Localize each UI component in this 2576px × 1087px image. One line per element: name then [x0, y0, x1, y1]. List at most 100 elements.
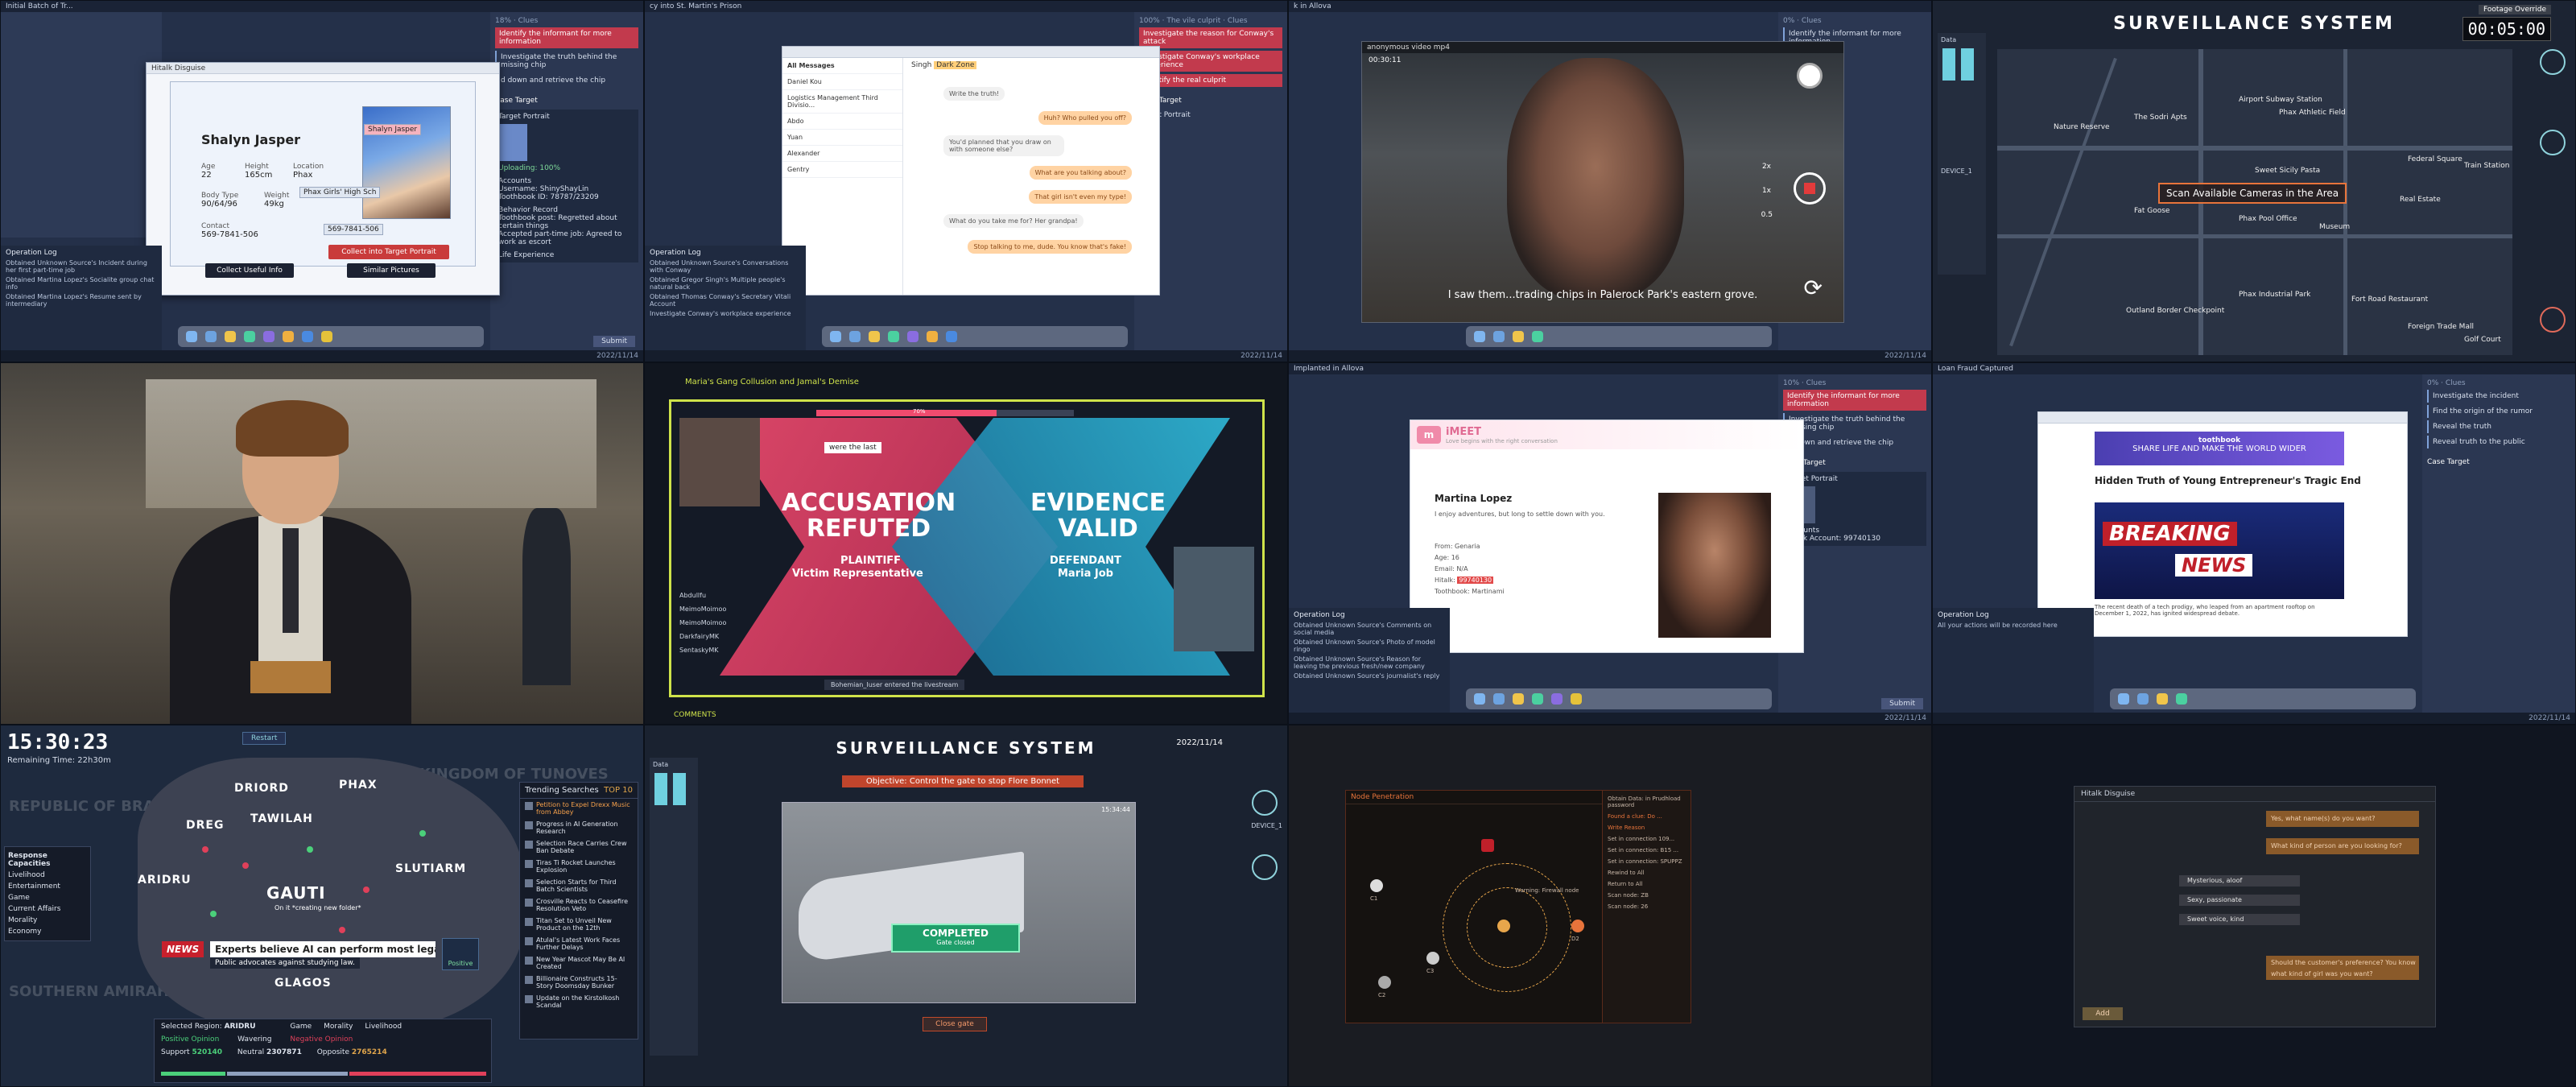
- message-bubble[interactable]: Huh? Who pulled you off?: [1038, 111, 1132, 125]
- persona-option[interactable]: Sweet voice, kind: [2179, 914, 2300, 925]
- browser-icon[interactable]: [2118, 693, 2129, 705]
- region-label[interactable]: DREG: [186, 819, 224, 832]
- node-c1[interactable]: [1370, 879, 1383, 892]
- capacity-economy[interactable]: Economy: [8, 926, 87, 937]
- collect-info-button[interactable]: Collect Useful Info: [205, 263, 294, 278]
- task-conway-workplace[interactable]: Investigate Conway's workplace experienc…: [1139, 51, 1282, 72]
- map-icon[interactable]: [2176, 693, 2187, 705]
- match-hitalk[interactable]: Hitalk: 99740130: [1435, 577, 1494, 584]
- toothbook-icon[interactable]: [302, 331, 313, 342]
- task-identify-informant[interactable]: Identify the informant for more informat…: [1783, 390, 1926, 411]
- case-target-button[interactable]: Case Target: [495, 97, 638, 105]
- task-retrieve-chip[interactable]: d down and retrieve the chip: [495, 74, 638, 87]
- contact-item[interactable]: Logistics Management Third Divisio...: [782, 90, 902, 114]
- chat-icon[interactable]: [1551, 693, 1563, 705]
- submit-button[interactable]: Submit: [593, 336, 635, 347]
- device-label[interactable]: DEVICE_1: [1941, 167, 1983, 175]
- map-icon[interactable]: [244, 331, 255, 342]
- browser-icon[interactable]: [1474, 331, 1485, 342]
- folder-icon[interactable]: [1513, 331, 1524, 342]
- add-button[interactable]: Add: [2083, 1007, 2123, 1020]
- capacity-entertainment[interactable]: Entertainment: [8, 881, 87, 892]
- video-player[interactable]: anonymous video mp4 00:30:11 2x 1x 0.5 ⟳…: [1361, 41, 1844, 323]
- folder-icon[interactable]: [869, 331, 880, 342]
- capacity-current-affairs[interactable]: Current Affairs: [8, 903, 87, 915]
- category-livelihood[interactable]: Livelihood: [365, 1023, 402, 1031]
- task-reveal-public[interactable]: Reveal truth to the public: [2427, 436, 2570, 448]
- message-bubble[interactable]: You'd planned that you draw on with some…: [943, 135, 1064, 156]
- country-map[interactable]: [138, 758, 524, 1031]
- zoom-2x[interactable]: 2x: [1762, 163, 1771, 171]
- contact-item[interactable]: Alexander: [782, 146, 902, 162]
- target-thumbnail[interactable]: [498, 124, 527, 161]
- mail-icon[interactable]: [1493, 331, 1505, 342]
- profile-photo[interactable]: [362, 106, 451, 219]
- region-label[interactable]: TAWILAH: [250, 812, 313, 825]
- region-label[interactable]: PHAX: [339, 779, 378, 791]
- persona-option[interactable]: Sexy, passionate: [2179, 895, 2300, 906]
- contact-item[interactable]: Gentry: [782, 162, 902, 178]
- zoom-1x[interactable]: 1x: [1762, 187, 1771, 195]
- task-identify-informant[interactable]: Identify the informant for more informat…: [495, 27, 638, 48]
- trend-item[interactable]: Tiras Ti Rocket Launches Explosion: [520, 857, 638, 876]
- map-icon[interactable]: [1532, 331, 1543, 342]
- folder-icon[interactable]: [2157, 693, 2168, 705]
- zoom-half[interactable]: 0.5: [1761, 211, 1773, 219]
- trend-item[interactable]: Update on the Kirstolkosh Scandal: [520, 992, 638, 1011]
- trend-item[interactable]: Atulal's Latest Work Faces Further Delay…: [520, 934, 638, 953]
- shutter-button[interactable]: [1797, 63, 1823, 89]
- browser-icon[interactable]: [1474, 693, 1485, 705]
- task-real-culprit[interactable]: Identify the real culprit: [1139, 74, 1282, 87]
- trend-item[interactable]: Progress in AI Generation Research: [520, 818, 638, 837]
- trend-item[interactable]: Billionaire Constructs 15-Story Doomsday…: [520, 973, 638, 992]
- trend-item[interactable]: Selection Starts for Third Batch Scienti…: [520, 876, 638, 895]
- clues-tab[interactable]: Clues: [1802, 17, 1822, 25]
- comments-label[interactable]: COMMENTS: [674, 711, 716, 719]
- trend-item[interactable]: Selection Race Carries Crew Ban Debate: [520, 837, 638, 857]
- task-find-rumor-origin[interactable]: Find the origin of the rumor: [2427, 405, 2570, 418]
- node-d2[interactable]: [1571, 920, 1584, 932]
- case-target-button[interactable]: Case Target: [1783, 459, 1926, 467]
- task-retrieve-chip[interactable]: d down and retrieve the chip: [1783, 436, 1926, 449]
- device-label[interactable]: DEVICE_1: [1251, 822, 1282, 829]
- region-label[interactable]: DRIORD: [234, 782, 289, 795]
- category-morality[interactable]: Morality: [324, 1023, 353, 1031]
- task-reveal-truth[interactable]: Reveal the truth: [2427, 420, 2570, 433]
- mail-icon[interactable]: [205, 331, 217, 342]
- contact-item[interactable]: Abdo: [782, 114, 902, 130]
- mail-icon[interactable]: [1493, 693, 1505, 705]
- firewall-node[interactable]: [1481, 839, 1494, 852]
- persona-option[interactable]: Mysterious, aloof: [2179, 875, 2300, 887]
- message-bubble[interactable]: What do you take me for? Her grandpa!: [943, 214, 1084, 228]
- browser-icon[interactable]: [830, 331, 841, 342]
- folder-icon[interactable]: [225, 331, 236, 342]
- message-bubble[interactable]: Stop talking to me, dude. You know that'…: [968, 240, 1132, 254]
- record-button[interactable]: [1794, 172, 1826, 205]
- browser-icon[interactable]: [186, 331, 197, 342]
- close-gate-button[interactable]: Close gate: [923, 1017, 987, 1031]
- capacity-livelihood[interactable]: Livelihood: [8, 870, 87, 881]
- hitalk-icon[interactable]: [927, 331, 938, 342]
- node-c3[interactable]: [1426, 952, 1439, 965]
- chat-icon[interactable]: [263, 331, 275, 342]
- submit-button[interactable]: Submit: [1881, 698, 1923, 709]
- profile-icon[interactable]: [321, 331, 332, 342]
- match-photo[interactable]: [1658, 493, 1771, 638]
- task-investigate-incident[interactable]: Investigate the incident: [2427, 390, 2570, 403]
- toothbook-ad[interactable]: toothbook SHARE LIFE AND MAKE THE WORLD …: [2095, 432, 2344, 465]
- clues-tab[interactable]: Clues: [1228, 17, 1248, 25]
- category-game[interactable]: Game: [290, 1023, 312, 1031]
- task-missing-chip[interactable]: Investigate the truth behind the missing…: [495, 51, 638, 72]
- trend-item[interactable]: Titan Set to Unveil New Product on the 1…: [520, 915, 638, 934]
- region-label[interactable]: GAUTI: [266, 883, 326, 903]
- node-c2[interactable]: [1378, 976, 1391, 989]
- node-core[interactable]: [1497, 920, 1510, 932]
- scan-cameras-button[interactable]: Scan Available Cameras in the Area: [2158, 183, 2347, 204]
- capacity-game[interactable]: Game: [8, 892, 87, 903]
- message-bubble[interactable]: That girl isn't even my type!: [1029, 190, 1132, 204]
- region-label[interactable]: ARIDRU: [138, 874, 192, 887]
- restart-button[interactable]: Restart: [242, 732, 287, 745]
- trend-item[interactable]: New Year Mascot May Be AI Created: [520, 953, 638, 973]
- similar-pictures-button[interactable]: Similar Pictures: [347, 263, 436, 278]
- name-clue-tag[interactable]: Shalyn Jasper: [364, 124, 422, 135]
